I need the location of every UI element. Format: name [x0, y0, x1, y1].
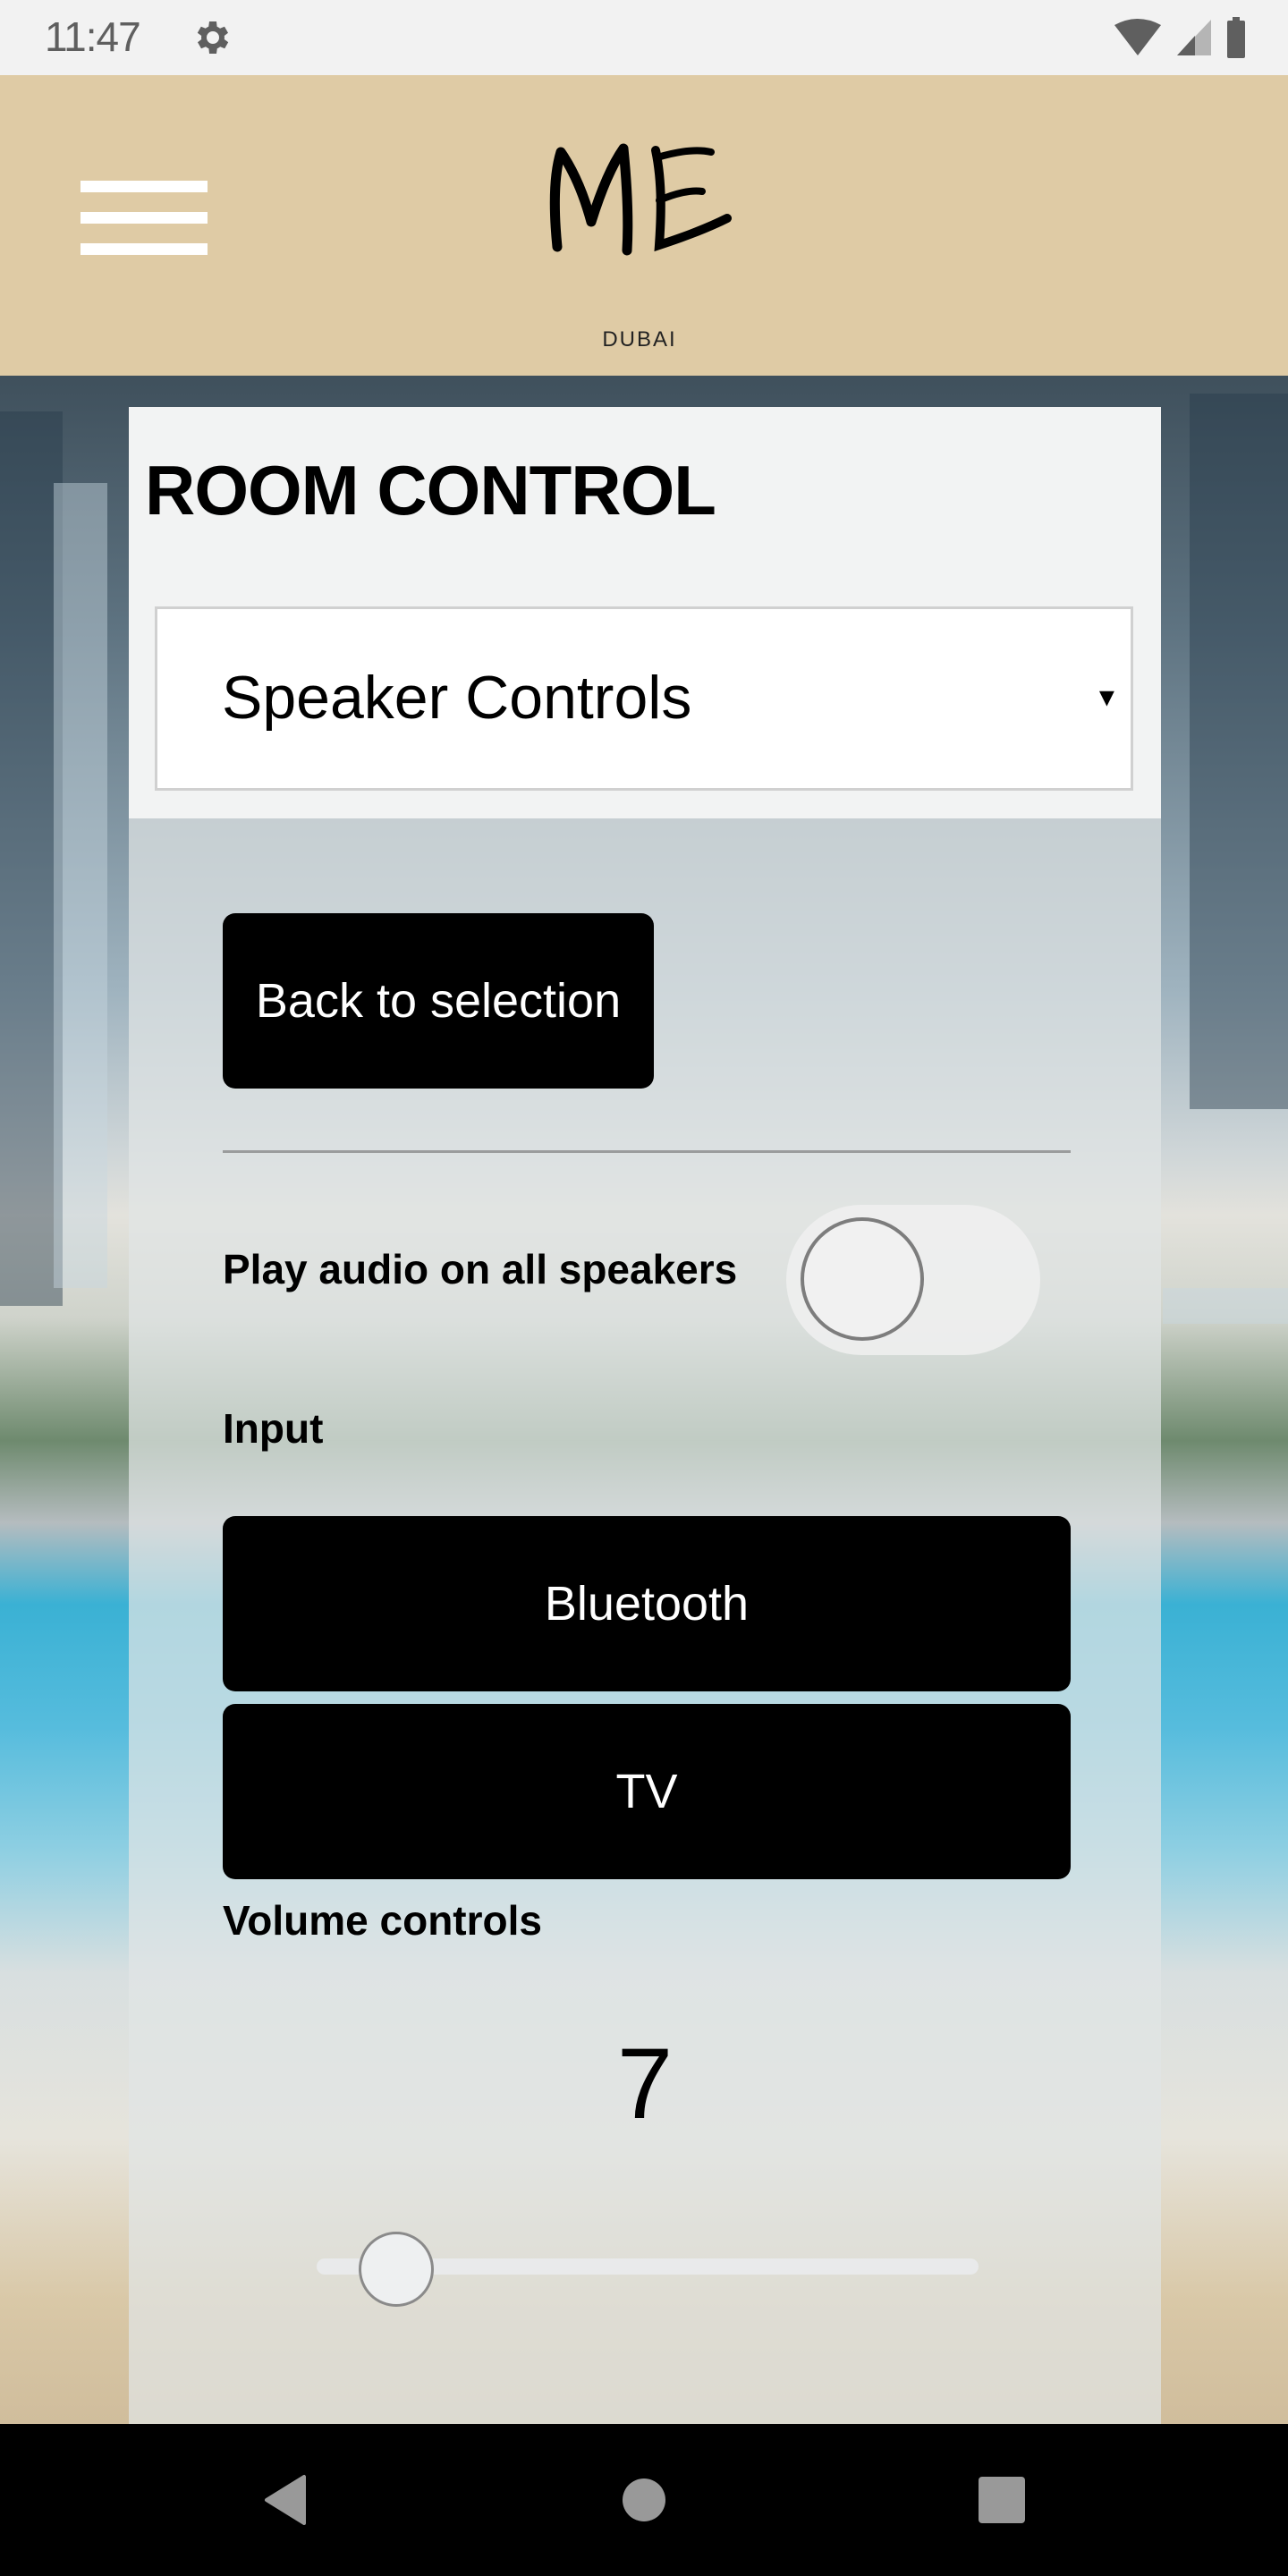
status-icons: [1113, 16, 1247, 59]
battery-icon: [1227, 17, 1245, 58]
all-speakers-label: Play audio on all speakers: [223, 1246, 738, 1292]
toggle-knob: [801, 1217, 924, 1341]
input-label: Input: [223, 1405, 324, 1452]
logo[interactable]: DUBAI: [402, 132, 877, 352]
slider-thumb[interactable]: [358, 2232, 434, 2307]
volume-label: Volume controls: [223, 1897, 542, 1944]
room-control-header-card: ROOM CONTROL Speaker Controls ▾: [129, 407, 1161, 818]
logo-mark: [549, 143, 732, 256]
logo-subtitle: DUBAI: [602, 327, 677, 352]
tv-input-button[interactable]: TV: [223, 1704, 1071, 1879]
hamburger-menu-icon[interactable]: [80, 181, 208, 259]
system-nav-bar: [0, 2424, 1288, 2576]
home-icon[interactable]: [617, 2473, 671, 2527]
chevron-down-icon: ▾: [1098, 680, 1114, 714]
speaker-controls-panel: Back to selection Play audio on all spea…: [129, 818, 1161, 2424]
status-bar: 11:47: [0, 0, 1288, 75]
volume-slider[interactable]: [317, 2232, 979, 2307]
page-title: ROOM CONTROL: [145, 451, 716, 530]
control-type-select[interactable]: Speaker Controls ▾: [155, 606, 1133, 791]
all-speakers-toggle[interactable]: [786, 1205, 1040, 1355]
back-icon[interactable]: [259, 2473, 313, 2527]
gear-icon: [197, 21, 229, 54]
wifi-icon: [1114, 19, 1161, 55]
volume-value: 7: [616, 2028, 674, 2140]
status-time: 11:47: [45, 13, 141, 60]
signal-icon: [1177, 20, 1211, 55]
recent-apps-icon[interactable]: [975, 2473, 1029, 2527]
select-value: Speaker Controls: [222, 664, 692, 732]
divider: [223, 1150, 1071, 1153]
back-to-selection-button[interactable]: Back to selection: [223, 913, 654, 1089]
app-header: DUBAI: [0, 75, 1288, 376]
bluetooth-input-button[interactable]: Bluetooth: [223, 1516, 1071, 1691]
